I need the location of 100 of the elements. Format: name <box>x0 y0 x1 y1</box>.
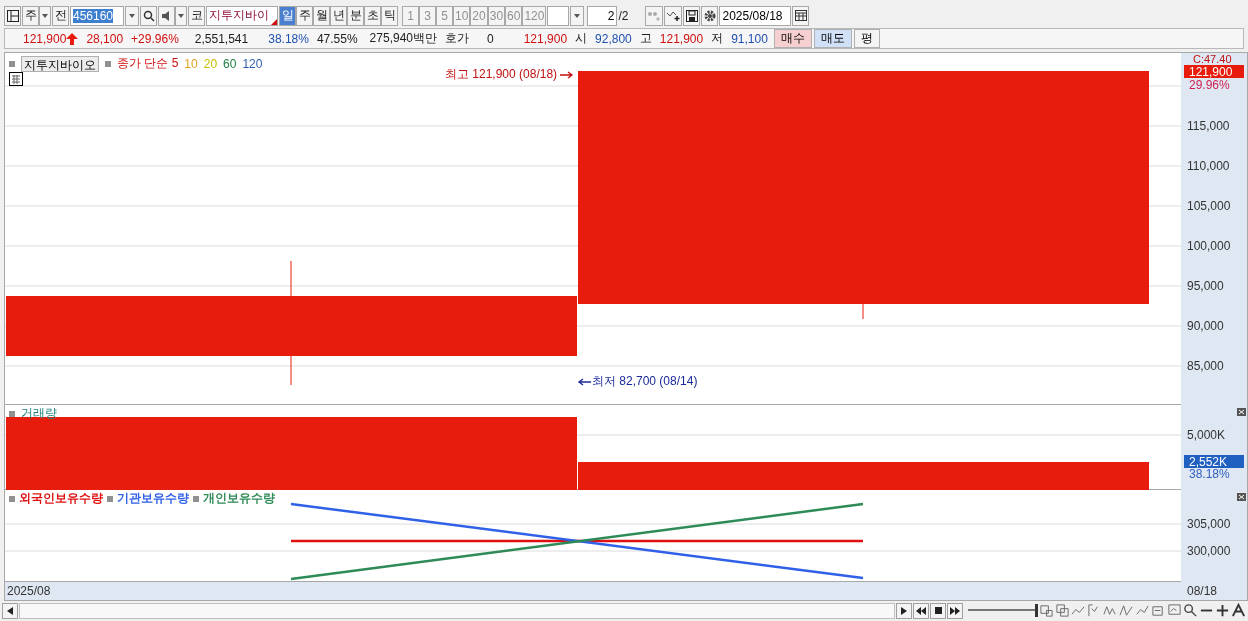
legend-label: 종가 단순 5 <box>117 55 179 72</box>
play-button[interactable] <box>896 602 912 619</box>
code-type-button[interactable]: 코 <box>188 5 205 26</box>
volume-percent-label: 38.18% <box>1189 467 1230 481</box>
last-price-label: 121,900 <box>1184 65 1244 79</box>
left-triangle-icon <box>7 606 13 615</box>
square-icon <box>105 60 111 67</box>
period-tab[interactable]: 틱 <box>381 5 398 26</box>
layout-button[interactable] <box>4 5 21 26</box>
price-text: 121,900 <box>22 31 68 46</box>
speaker-icon <box>161 10 172 21</box>
corner-icon <box>271 18 277 25</box>
legend-label: 60 <box>223 56 237 71</box>
amount-text: 275,940백만 <box>368 30 438 47</box>
page-field[interactable]: 2 <box>587 5 618 26</box>
square-icon <box>9 495 15 502</box>
calendar-icon <box>795 10 807 21</box>
chart-tool-icon[interactable] <box>1103 603 1118 618</box>
speaker-button[interactable] <box>158 5 175 26</box>
dots-icon <box>647 9 662 22</box>
legend-label: 기관보유수량 <box>117 490 189 507</box>
page-total: /2 <box>618 8 629 23</box>
period-tab[interactable]: 월 <box>313 5 330 26</box>
y-tick-label: 5,000K <box>1187 428 1226 442</box>
chart-tool-icon[interactable] <box>1151 603 1166 618</box>
grid-icon[interactable] <box>9 72 23 86</box>
trade-button[interactable]: 평 <box>853 29 880 48</box>
square-icon <box>9 60 15 67</box>
date-field[interactable]: 2025/08/18 <box>719 5 792 26</box>
close-icon[interactable] <box>1237 493 1246 501</box>
add-indicator-button[interactable] <box>664 5 683 26</box>
y-tick-label: 105,000 <box>1187 199 1231 213</box>
slider-thumb[interactable] <box>1035 603 1038 617</box>
market-dropdown[interactable] <box>39 5 51 26</box>
all-button[interactable]: 전 <box>52 5 69 26</box>
period-tab[interactable]: 주 <box>296 5 313 26</box>
settings-button[interactable] <box>701 5 719 26</box>
search-button[interactable] <box>140 5 157 26</box>
plus-icon[interactable] <box>1215 603 1230 618</box>
change-percent-label: 29.96% <box>1189 78 1230 92</box>
code-dropdown[interactable] <box>125 5 139 26</box>
market-button[interactable]: 주 <box>22 5 39 26</box>
stop-icon <box>934 607 942 614</box>
stock-name-button[interactable]: 지투지바이오 <box>21 55 99 72</box>
legend-label: 10 <box>184 56 198 71</box>
change-percent: +29.96% <box>130 31 180 46</box>
axis-header: C:47.40 <box>1193 53 1232 65</box>
save-button[interactable] <box>683 5 701 26</box>
legend-label: 120 <box>242 56 263 71</box>
search-icon <box>142 9 155 22</box>
fast-forward-button[interactable] <box>947 602 963 619</box>
period-tab[interactable]: 분 <box>347 5 364 26</box>
low-price: 91,100 <box>730 31 769 46</box>
search-icon[interactable] <box>1183 603 1198 618</box>
rewind-icon <box>916 606 926 615</box>
chart-tool-icon[interactable] <box>1039 603 1054 618</box>
ratio-text: 47.55% <box>315 31 359 46</box>
unit-field[interactable] <box>547 5 570 26</box>
chart-tool-icon[interactable] <box>1071 603 1086 618</box>
caret-icon <box>573 11 582 20</box>
trade-button[interactable]: 매도 <box>813 29 852 48</box>
square-icon <box>107 495 113 502</box>
calendar-button[interactable] <box>792 5 810 26</box>
y-tick-label: 300,000 <box>1187 544 1231 558</box>
close-icon[interactable] <box>1237 408 1246 416</box>
period-tab[interactable]: 년 <box>330 5 347 26</box>
last-volume-label: 2,552K <box>1184 455 1244 469</box>
high-price-note: 최고 121,900 (08/18) <box>445 66 558 83</box>
rewind-button[interactable] <box>913 602 929 619</box>
play-icon <box>901 606 907 615</box>
y-tick-label: 90,000 <box>1187 319 1224 333</box>
zoom-slider[interactable] <box>968 603 1038 618</box>
trade-button[interactable]: 매수 <box>773 29 812 48</box>
square-icon <box>9 410 15 417</box>
bid-label: 호가 <box>444 30 470 47</box>
square-icon <box>193 495 199 502</box>
settings-icon <box>704 9 716 22</box>
date-label: 2025/08 <box>6 584 52 598</box>
font-icon[interactable] <box>1231 603 1246 618</box>
y-tick-label: 95,000 <box>1187 279 1224 293</box>
stock-name-field[interactable]: 지투지바이 <box>206 5 278 26</box>
speaker-dropdown[interactable] <box>175 5 187 26</box>
scroll-left-button[interactable] <box>2 602 18 619</box>
y-tick-label: 110,000 <box>1187 159 1230 173</box>
code-field[interactable]: 456160 <box>70 5 124 26</box>
period-tab[interactable]: 초 <box>364 5 381 26</box>
period-tab[interactable]: 일 <box>279 5 296 26</box>
stop-button[interactable] <box>930 602 946 619</box>
caret-icon <box>128 11 136 20</box>
turnover-text: 38.18% <box>267 31 310 46</box>
open-label: 시 <box>574 30 589 47</box>
chart-tool-icon[interactable] <box>1055 603 1070 618</box>
fast-forward-icon <box>950 606 960 615</box>
arrow-icon <box>577 377 591 386</box>
unit-dropdown[interactable] <box>570 5 585 26</box>
chart-tool-icon[interactable] <box>1119 603 1134 618</box>
legend-label: 20 <box>203 56 218 71</box>
pane-title: 거래량 <box>21 405 57 422</box>
high-price: 121,900 <box>658 31 705 46</box>
caret-icon <box>41 11 49 20</box>
